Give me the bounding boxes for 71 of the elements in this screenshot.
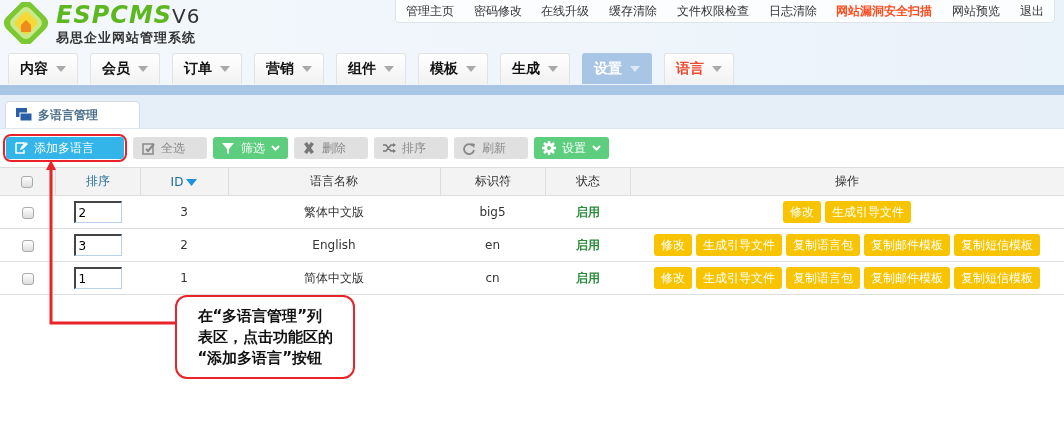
caret-icon bbox=[220, 66, 230, 72]
column-header[interactable]: 状态 bbox=[575, 174, 600, 188]
table-cell: English bbox=[312, 238, 356, 252]
nav-tab[interactable]: 订单 bbox=[172, 53, 242, 84]
table-cell: 2 bbox=[180, 238, 188, 252]
top-link[interactable]: 网站预览 bbox=[952, 2, 1001, 20]
column-header[interactable]: 标识符 bbox=[474, 174, 511, 188]
order-field[interactable]: 2 bbox=[73, 201, 122, 223]
top-link[interactable]: 缓存清除 bbox=[609, 2, 658, 20]
table-cell: 简体中文版 bbox=[304, 270, 364, 285]
table-cell: en bbox=[485, 238, 500, 252]
top-link[interactable]: 日志清除 bbox=[768, 2, 817, 20]
top-link[interactable]: 密码修改 bbox=[473, 2, 522, 20]
column-header[interactable]: 排序 bbox=[85, 174, 110, 188]
top-link[interactable]: 在线升级 bbox=[541, 2, 590, 20]
top-link[interactable]: 退出 bbox=[1020, 2, 1044, 20]
status-text: 启用 bbox=[575, 270, 600, 285]
logo-subtitle: 易思企业网站管理系统 bbox=[56, 29, 197, 47]
checkbox[interactable] bbox=[21, 206, 34, 219]
gear-icon bbox=[542, 141, 556, 155]
page-tab-label: 多语言管理 bbox=[38, 106, 98, 124]
table-cell: big5 bbox=[479, 205, 506, 219]
shuffle-icon bbox=[382, 141, 396, 155]
caret-icon bbox=[630, 66, 640, 72]
refresh-icon bbox=[462, 141, 476, 155]
caret-icon bbox=[548, 66, 558, 72]
caret-icon bbox=[138, 66, 148, 72]
top-link[interactable]: 网站漏洞安全扫描 bbox=[836, 2, 933, 20]
toolbar-button[interactable]: 排序 bbox=[374, 137, 448, 159]
nav-tab[interactable]: 模板 bbox=[418, 53, 488, 84]
table-cell: cn bbox=[485, 271, 500, 285]
order-field[interactable]: 1 bbox=[73, 267, 122, 289]
chevron-icon bbox=[271, 145, 280, 151]
caret-icon bbox=[56, 66, 66, 72]
column-header[interactable]: 语言名称 bbox=[310, 174, 358, 188]
nav-tab[interactable]: 生成 bbox=[500, 53, 570, 84]
nav-tab[interactable]: 组件 bbox=[336, 53, 406, 84]
column-header[interactable]: 操作 bbox=[835, 174, 860, 188]
toolbar-button[interactable]: 删除 bbox=[294, 137, 368, 159]
nav-tab[interactable]: 会员 bbox=[90, 53, 160, 84]
caret-icon bbox=[384, 66, 394, 72]
checkbox[interactable] bbox=[21, 272, 34, 285]
nav-tab[interactable]: 营销 bbox=[254, 53, 324, 84]
sort-icon bbox=[186, 178, 198, 186]
order-field[interactable]: 3 bbox=[73, 234, 122, 256]
logo-wordmark: ESPCMSV6 bbox=[56, 2, 201, 29]
windows-icon bbox=[16, 108, 32, 122]
checkbox[interactable] bbox=[21, 176, 34, 188]
chevron-icon bbox=[592, 145, 601, 151]
table-cell: 繁体中文版 bbox=[304, 204, 364, 219]
filter-icon bbox=[221, 141, 235, 155]
top-link[interactable]: 管理主页 bbox=[405, 2, 454, 20]
toolbar-button[interactable]: 刷新 bbox=[454, 137, 528, 159]
top-link[interactable]: 文件权限检查 bbox=[676, 2, 749, 20]
caret-icon bbox=[302, 66, 312, 72]
status-text: 启用 bbox=[575, 204, 600, 219]
caret-icon bbox=[712, 66, 722, 72]
checkbox-icon bbox=[141, 141, 155, 155]
callout-text: 在“多语言管理”列 表区，点击功能区的 “添加多语言”按钮 bbox=[197, 305, 333, 369]
nav-tab[interactable]: 内容 bbox=[8, 53, 78, 84]
cross-icon bbox=[302, 141, 316, 155]
table-cell: 3 bbox=[180, 205, 188, 219]
status-text: 启用 bbox=[575, 237, 600, 252]
nav-tab[interactable]: 语言 bbox=[664, 53, 734, 84]
checkbox[interactable] bbox=[21, 239, 34, 252]
page-tab[interactable]: 多语言管理 bbox=[5, 101, 140, 128]
table-cell: 1 bbox=[180, 271, 188, 285]
edit-icon bbox=[14, 141, 28, 155]
caret-icon bbox=[466, 66, 476, 72]
column-header[interactable]: ID bbox=[170, 174, 198, 189]
toolbar-button[interactable]: 全选 bbox=[133, 137, 207, 159]
